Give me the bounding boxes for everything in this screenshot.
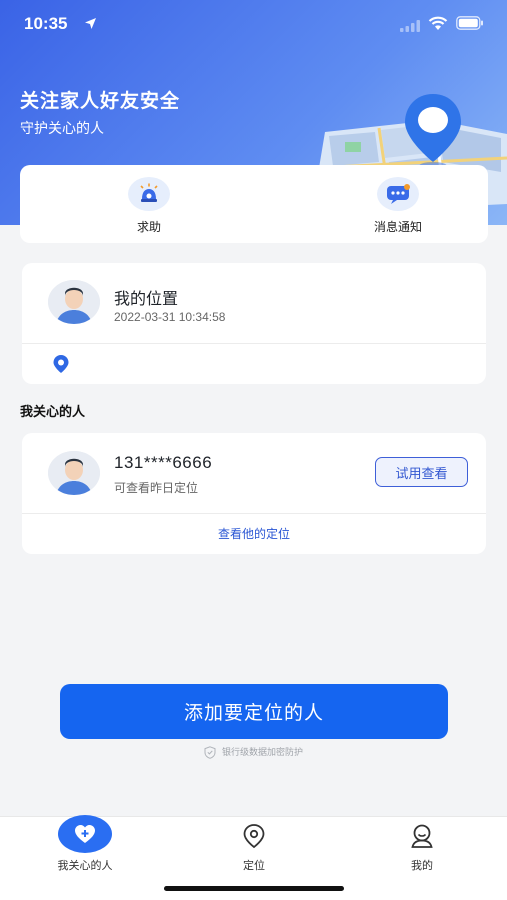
person-description: 可查看昨日定位: [114, 481, 199, 495]
alarm-bell-icon: [128, 177, 170, 211]
status-bar: 10:35: [0, 0, 507, 50]
notifications-label: 消息通知: [373, 220, 422, 234]
cellular-signal-icon: [400, 20, 420, 32]
view-location-link[interactable]: 查看他的定位: [22, 525, 486, 542]
my-location-timestamp: 2022-03-31 10:34:58: [114, 310, 226, 324]
heart-plus-icon: [58, 815, 112, 853]
hero-subtitle: 守护关心的人: [20, 121, 104, 137]
security-note: 银行级数据加密防护: [0, 745, 507, 759]
add-person-button[interactable]: 添加要定位的人: [60, 684, 448, 739]
section-title: 我关心的人: [20, 405, 86, 420]
shield-icon: [204, 746, 216, 759]
message-icon: [377, 177, 419, 211]
location-arrow-icon: [85, 18, 96, 29]
profile-icon: [411, 824, 433, 848]
trial-view-button[interactable]: 试用查看: [375, 457, 468, 487]
wifi-icon: [428, 16, 448, 30]
tab-label: 定位: [243, 859, 265, 872]
my-location-title: 我的位置: [114, 289, 179, 308]
quick-actions-card: 求助 消息通知: [20, 165, 488, 243]
divider: [22, 513, 486, 514]
notifications-button[interactable]: 消息通知: [343, 177, 453, 237]
help-label: 求助: [136, 220, 161, 234]
security-note-text: 银行级数据加密防护: [221, 748, 303, 758]
help-button[interactable]: 求助: [94, 177, 204, 237]
battery-icon: [456, 16, 483, 30]
avatar: [48, 451, 100, 495]
location-pin-icon: [53, 355, 69, 373]
my-location-card[interactable]: 我的位置 2022-03-31 10:34:58: [22, 263, 486, 384]
hero-title: 关注家人好友安全: [20, 90, 181, 112]
avatar: [48, 280, 100, 324]
tab-label: 我关心的人: [57, 859, 113, 872]
tab-label: 我的: [411, 859, 433, 872]
home-indicator[interactable]: [164, 886, 344, 891]
divider: [22, 343, 486, 344]
cared-person-card[interactable]: 131****6666 可查看昨日定位 试用查看 查看他的定位: [22, 433, 486, 554]
person-phone: 131****6666: [114, 453, 213, 472]
location-icon: [243, 824, 265, 849]
status-time: 10:35: [24, 14, 68, 33]
